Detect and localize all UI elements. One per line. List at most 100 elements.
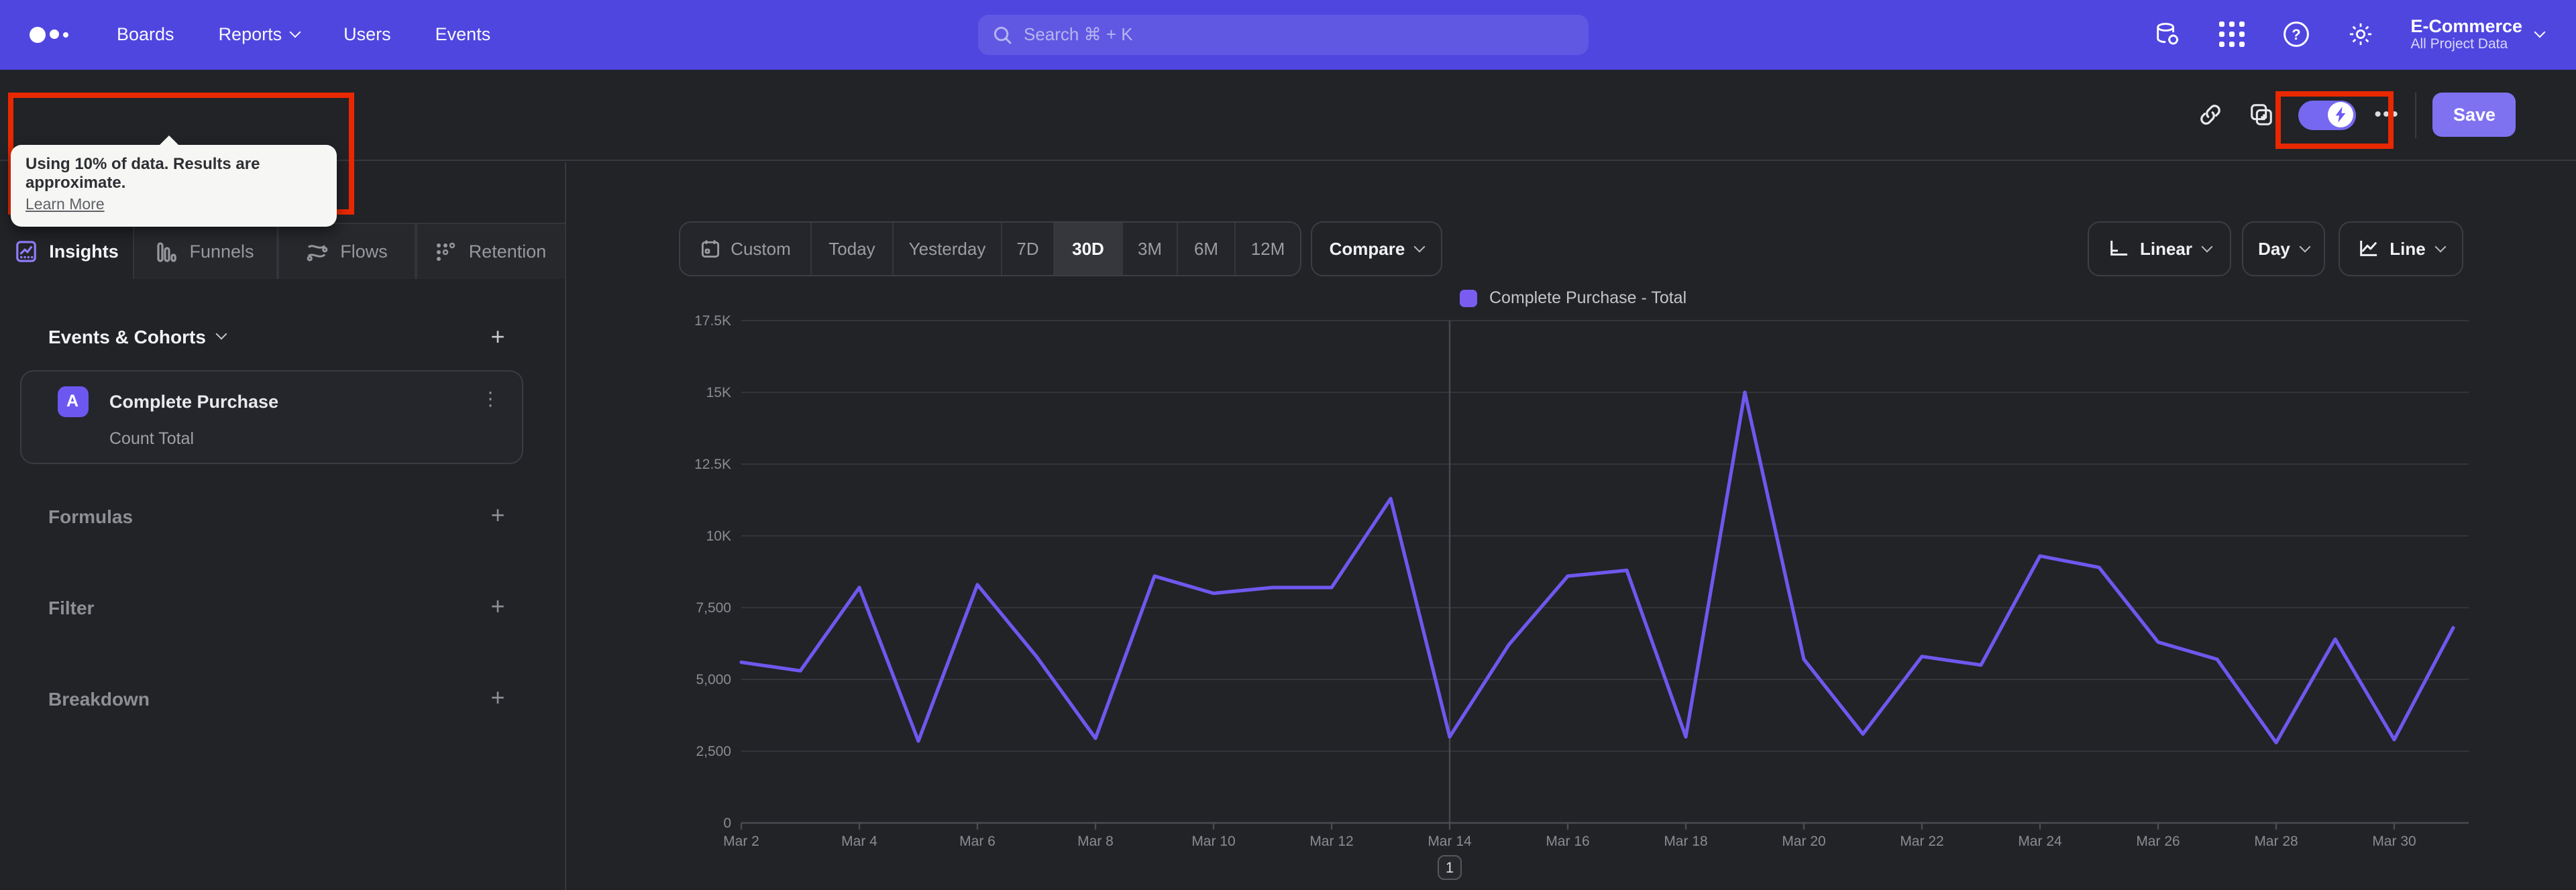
calendar-icon (701, 240, 719, 258)
copy-link-icon[interactable] (2196, 101, 2225, 130)
legend-label: Complete Purchase - Total (1489, 288, 1687, 307)
range-30d[interactable]: 30D (1055, 223, 1123, 275)
svg-text:Mar 26: Mar 26 (2136, 834, 2180, 849)
svg-text:1: 1 (1446, 859, 1454, 876)
nav-menu: Boards Reports Users Events (117, 25, 490, 45)
nav-item-users[interactable]: Users (343, 25, 391, 45)
add-event-button[interactable]: + (486, 324, 510, 349)
svg-text:7,500: 7,500 (696, 600, 731, 616)
svg-text:Mar 10: Mar 10 (1191, 834, 1235, 849)
toolbar-actions: ••• Save (2196, 69, 2576, 161)
svg-text:Mar 20: Mar 20 (1782, 834, 1825, 849)
nav-item-reports[interactable]: Reports (219, 25, 301, 45)
range-custom[interactable]: Custom (680, 223, 812, 275)
sampling-tooltip-message: Using 10% of data. Results are approxima… (25, 154, 260, 191)
series-letter-badge: A (57, 386, 88, 416)
section-breakdown: Breakdown (48, 687, 150, 709)
svg-text:17.5K: 17.5K (694, 313, 731, 329)
report-toolbar: Untitled Sampled + Add description... (0, 69, 2576, 198)
search-placeholder: Search ⌘ + K (1024, 24, 1133, 44)
retention-icon (437, 241, 455, 260)
tab-flows[interactable]: Flows (277, 223, 416, 279)
kebab-menu-icon[interactable]: ⋮ (481, 387, 500, 410)
range-7d[interactable]: 7D (1002, 223, 1055, 275)
add-formula-button[interactable]: + (486, 502, 510, 528)
scale-selector[interactable]: Linear (2088, 221, 2231, 276)
project-switcher[interactable]: E-Commerce All Project Data (2410, 15, 2546, 54)
svg-text:10K: 10K (706, 529, 731, 544)
tab-funnels[interactable]: Funnels (133, 223, 277, 279)
nav-item-events[interactable]: Events (435, 25, 491, 45)
save-button[interactable]: Save (2432, 93, 2516, 137)
add-breakdown-button[interactable]: + (486, 685, 510, 710)
event-metric[interactable]: Count Total (109, 429, 194, 447)
linear-axis-icon (2110, 240, 2128, 256)
lightning-icon (2336, 107, 2346, 123)
chevron-down-icon (2534, 27, 2546, 38)
toggle-knob (2328, 102, 2354, 128)
settings-gear-icon[interactable] (2346, 21, 2374, 49)
line-chart-icon (2360, 240, 2377, 256)
svg-text:Mar 28: Mar 28 (2254, 834, 2298, 849)
svg-text:2,500: 2,500 (696, 744, 731, 759)
learn-more-link[interactable]: Learn More (25, 197, 105, 213)
svg-text:5,000: 5,000 (696, 672, 731, 687)
help-icon[interactable]: ? (2282, 21, 2310, 49)
events-cohorts-header[interactable]: Events & Cohorts (48, 325, 228, 347)
svg-text:Mar 8: Mar 8 (1077, 834, 1114, 849)
date-range-selector: Custom Today Yesterday 7D 30D 3M 6M 12M (679, 221, 1301, 276)
more-options-button[interactable]: ••• (2374, 104, 2400, 127)
top-nav: Boards Reports Users Events Search ⌘ + K (0, 0, 2576, 69)
report-type-tabs: Insights Funnels Flows Retention (0, 223, 566, 279)
insights-icon (15, 240, 36, 262)
svg-text:?: ? (2292, 27, 2300, 44)
toolbar-divider (2415, 92, 2417, 138)
mixpanel-logo-icon[interactable] (30, 26, 68, 43)
chart-legend[interactable]: Complete Purchase - Total (1460, 288, 1686, 307)
interval-selector[interactable]: Day (2242, 221, 2325, 276)
svg-text:Mar 24: Mar 24 (2018, 834, 2062, 849)
svg-text:Mar 22: Mar 22 (1900, 834, 1943, 849)
range-6m[interactable]: 6M (1178, 223, 1236, 275)
tab-retention[interactable]: Retention (416, 223, 566, 279)
sampling-tooltip: Using 10% of data. Results are approxima… (11, 135, 337, 226)
svg-text:Mar 16: Mar 16 (1546, 834, 1589, 849)
range-12m[interactable]: 12M (1236, 223, 1300, 275)
range-today[interactable]: Today (812, 223, 894, 275)
data-management-icon[interactable] (2153, 21, 2181, 49)
svg-text:Mar 18: Mar 18 (1664, 834, 1707, 849)
apps-grid-icon[interactable] (2217, 21, 2245, 49)
nav-item-boards[interactable]: Boards (117, 25, 174, 45)
add-filter-button[interactable]: + (486, 594, 510, 619)
nav-right-cluster: ? E-Commerce All Project Data (2153, 0, 2546, 69)
svg-text:Mar 12: Mar 12 (1309, 834, 1353, 849)
event-name: Complete Purchase (109, 391, 279, 411)
range-3m[interactable]: 3M (1123, 223, 1178, 275)
svg-text:12.5K: 12.5K (694, 457, 731, 472)
project-name: E-Commerce (2410, 15, 2522, 36)
section-filter: Filter (48, 596, 95, 618)
compare-button[interactable]: Compare (1311, 221, 1442, 276)
svg-text:Mar 2: Mar 2 (723, 834, 759, 849)
svg-text:15K: 15K (706, 385, 731, 400)
funnels-icon (157, 241, 177, 262)
chart-type-selector[interactable]: Line (2339, 221, 2463, 276)
search-input[interactable]: Search ⌘ + K (978, 15, 1589, 55)
legend-swatch (1460, 289, 1477, 307)
flows-icon (306, 245, 327, 262)
svg-text:Mar 30: Mar 30 (2372, 834, 2416, 849)
mixpanel-insights-report: Boards Reports Users Events Search ⌘ + K (0, 0, 2576, 890)
svg-text:Mar 4: Mar 4 (841, 834, 877, 849)
range-yesterday[interactable]: Yesterday (894, 223, 1002, 275)
query-builder-sidebar: Insights Funnels Flows Retention Events … (0, 162, 566, 890)
query-boost-toggle[interactable] (2298, 100, 2356, 130)
svg-text:Mar 14: Mar 14 (1428, 834, 1472, 849)
chevron-down-icon (289, 27, 301, 38)
search-icon (994, 25, 1012, 44)
project-scope: All Project Data (2410, 36, 2508, 52)
tab-insights[interactable]: Insights (0, 223, 133, 279)
event-row-complete-purchase[interactable]: A Complete Purchase Count Total ⋮ (19, 370, 523, 463)
duplicate-icon[interactable] (2247, 101, 2276, 130)
section-formulas: Formulas (48, 505, 133, 526)
svg-text:Mar 6: Mar 6 (959, 834, 996, 849)
